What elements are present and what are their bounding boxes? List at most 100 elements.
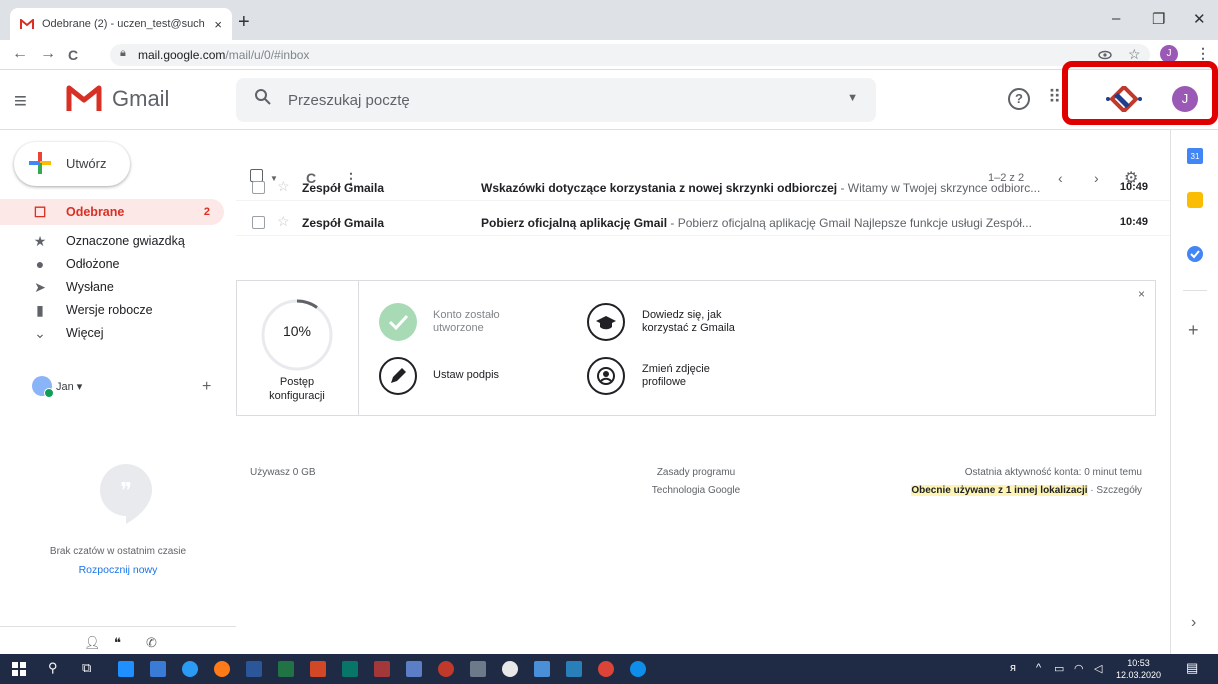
email-subject: Wskazówki dotyczące korzystania z nowej … — [481, 181, 838, 195]
hangouts-icon[interactable]: ❝ — [114, 635, 121, 651]
search-bar[interactable]: Przeszukaj pocztę ▼ — [236, 78, 876, 122]
save-app-icon[interactable] — [406, 661, 422, 677]
compose-button[interactable]: Utwórz — [14, 142, 130, 186]
wifi-icon[interactable]: ◠ — [1074, 662, 1084, 675]
tab-close-icon[interactable]: × — [214, 17, 222, 32]
gmail-logo-text[interactable]: Gmail — [112, 86, 169, 112]
search-taskbar-icon[interactable]: ⚲ — [48, 660, 58, 676]
progress-label-line1: Postęp — [279, 376, 315, 388]
rail-divider — [1183, 290, 1207, 291]
progress-percent: 10% — [282, 323, 312, 339]
organization-logo[interactable] — [1104, 86, 1144, 112]
url-field[interactable]: mail.google.com/mail/u/0/#inbox — [110, 44, 1150, 66]
network-app-icon[interactable] — [534, 661, 550, 677]
add-contact-button[interactable]: + — [202, 378, 211, 396]
side-panel: 31 + › — [1170, 130, 1218, 654]
task-account-created: Konto zostało utworzone — [433, 309, 500, 335]
phone-icon[interactable]: ✆ — [146, 635, 157, 651]
star-toggle-icon[interactable]: ☆ — [277, 178, 290, 195]
start-new-chat-link[interactable]: Rozpocznij nowy — [0, 564, 236, 576]
sidebar-item-label: Odebrane — [66, 205, 125, 219]
windows-taskbar: ⚲ ⧉ ᴙ ^ ▭ ◠ ◁ 10:53 12.03.2020 ▤ — [0, 654, 1218, 684]
add-addon-button[interactable]: + — [1188, 320, 1199, 341]
program-policy-link[interactable]: Zasady programu — [640, 467, 752, 478]
taskbar-app-icon[interactable] — [118, 661, 134, 677]
teamviewer-icon[interactable] — [630, 661, 646, 677]
email-subject-line: Wskazówki dotyczące korzystania z nowej … — [481, 181, 1061, 195]
gmail-favicon-icon — [20, 18, 34, 29]
excel-icon[interactable] — [278, 661, 294, 677]
maximize-button[interactable]: ❐ — [1152, 10, 1165, 28]
browser-tab-bar: Odebrane (2) - uczen_test@such × + – ❐ ✕ — [0, 0, 1218, 40]
firefox-icon[interactable] — [214, 661, 230, 677]
hangouts-user-name[interactable]: Jan ▾ — [56, 380, 82, 393]
details-link[interactable]: · Szczegóły — [1088, 485, 1142, 496]
minimize-button[interactable]: – — [1112, 10, 1120, 27]
star-toggle-icon[interactable]: ☆ — [277, 213, 290, 230]
email-snippet: - Witamy w Twojej skrzynce odbiorc... — [837, 181, 1041, 195]
graduation-cap-icon[interactable] — [587, 303, 625, 341]
search-options-icon[interactable]: ▼ — [847, 92, 858, 104]
mail-app-icon[interactable] — [150, 661, 166, 677]
help-icon[interactable]: ? — [1008, 88, 1030, 110]
browser-tab[interactable]: Odebrane (2) - uczen_test@such × — [10, 8, 232, 40]
eye-icon[interactable] — [1098, 48, 1112, 62]
expand-panel-chevron-icon[interactable]: › — [1191, 614, 1196, 632]
row-checkbox[interactable] — [252, 181, 265, 194]
forward-button[interactable]: → — [40, 45, 56, 63]
user-avatar[interactable] — [32, 376, 54, 398]
sidebar-item-inbox[interactable]: ☐ Odebrane 2 — [0, 199, 224, 225]
task-learn-gmail[interactable]: Dowiedz się, jak korzystać z Gmaila — [642, 309, 735, 335]
row-checkbox[interactable] — [252, 216, 265, 229]
task-change-photo[interactable]: Zmień zdjęcie profilowe — [642, 363, 710, 389]
powerpoint-icon[interactable] — [310, 661, 326, 677]
access-icon[interactable] — [374, 661, 390, 677]
word-icon[interactable] — [246, 661, 262, 677]
progress-label: Postęp konfiguracji — [251, 375, 343, 403]
paint-app-icon[interactable] — [438, 661, 454, 677]
new-tab-button[interactable]: + — [238, 11, 250, 34]
main-menu-icon[interactable]: ≡ — [14, 88, 27, 114]
search-input[interactable]: Przeszukaj pocztę — [288, 92, 410, 109]
battery-icon[interactable]: ▭ — [1054, 662, 1064, 675]
back-button[interactable]: ← — [12, 45, 28, 63]
taskbar-clock[interactable]: 10:53 12.03.2020 — [1116, 657, 1161, 681]
apps-grid-icon[interactable]: ⠿ — [1048, 87, 1061, 108]
windows-start-icon[interactable] — [12, 662, 26, 676]
sidebar-item-more[interactable]: ⌄ Więcej — [0, 320, 224, 346]
browser-menu-icon[interactable]: ⋮ — [1196, 45, 1210, 62]
close-card-icon[interactable]: × — [1138, 287, 1145, 301]
edge-icon[interactable] — [182, 661, 198, 677]
tray-chevron-icon[interactable]: ^ — [1036, 662, 1041, 674]
contacts-icon[interactable]: 👤︎ — [84, 635, 101, 651]
card-divider — [358, 281, 359, 415]
hangouts-quote-icon: ❞ — [100, 464, 152, 524]
sidebar-item-label: Wysłane — [66, 280, 114, 294]
profile-photo-icon[interactable] — [587, 357, 625, 395]
volume-icon[interactable]: ◁ — [1094, 662, 1102, 675]
task-set-signature[interactable]: Ustaw podpis — [433, 369, 499, 382]
settings-app-icon[interactable] — [502, 661, 518, 677]
reload-button[interactable]: C — [68, 47, 78, 63]
tasks-icon[interactable] — [1187, 246, 1203, 262]
dock-app-icon[interactable] — [566, 661, 582, 677]
close-window-button[interactable]: ✕ — [1193, 10, 1206, 28]
search-icon[interactable] — [254, 88, 272, 106]
notifications-icon[interactable]: ▤ — [1186, 660, 1198, 676]
email-row[interactable]: ☆ Zespół Gmaila Pobierz oficjalną aplika… — [236, 210, 1170, 236]
keep-icon[interactable] — [1187, 192, 1203, 208]
account-avatar[interactable]: J — [1172, 86, 1198, 112]
task-line: Dowiedz się, jak — [642, 309, 722, 321]
chrome-icon[interactable] — [598, 661, 614, 677]
email-sender: Zespół Gmaila — [302, 216, 385, 230]
email-time: 10:49 — [1119, 216, 1148, 228]
calculator-icon[interactable] — [470, 661, 486, 677]
calendar-icon[interactable]: 31 — [1187, 148, 1203, 164]
people-tray-icon[interactable]: ᴙ — [1010, 662, 1016, 674]
task-view-icon[interactable]: ⧉ — [82, 660, 91, 676]
email-row[interactable]: ☆ Zespół Gmaila Wskazówki dotyczące korz… — [236, 175, 1170, 201]
publisher-icon[interactable] — [342, 661, 358, 677]
pencil-icon[interactable] — [379, 357, 417, 395]
clock-time: 10:53 — [1127, 658, 1150, 668]
gmail-logo-icon[interactable] — [66, 82, 102, 114]
